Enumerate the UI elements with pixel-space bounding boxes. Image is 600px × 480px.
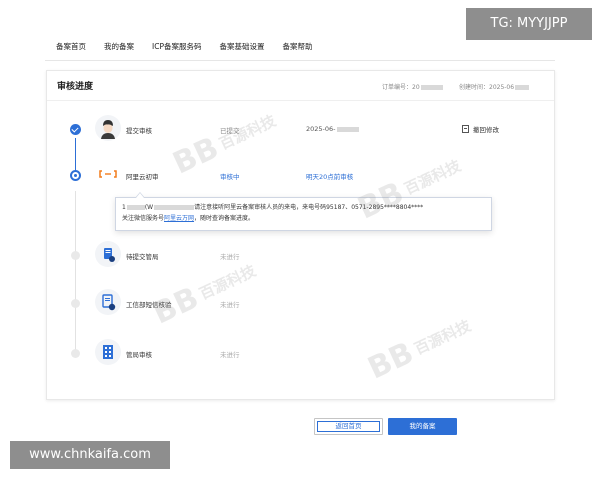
created-time-label: 创建时间：2025-06 [459, 84, 515, 91]
step-status: 审核中 [220, 173, 240, 181]
popup-text: (W [144, 204, 154, 211]
order-number: 订单编号：20 [382, 82, 443, 91]
popup-line-2: 关注微信服务号阿里云万网，随时查询备案进度。 [122, 213, 485, 224]
building-icon [95, 339, 121, 365]
step-time: 2025-06- [306, 125, 359, 133]
website-watermark: www.chnkaifa.com [10, 441, 170, 469]
step-pending-icon [71, 251, 80, 260]
undo-modify-button[interactable]: 撤回修改 [462, 124, 499, 134]
timeline-line-pending [75, 191, 76, 351]
step-status: 未进行 [220, 301, 240, 309]
redaction [126, 205, 145, 210]
created-time: 创建时间：2025-06 [459, 82, 530, 91]
card-header-divider [47, 100, 554, 101]
step-pending-icon [71, 299, 80, 308]
step-bureau-review: 管局审核 未进行 [47, 339, 554, 369]
top-navigation: 备案首页 我的备案 ICP备案服务码 备案基础设置 备案帮助 [56, 41, 330, 52]
my-filings-button[interactable]: 我的备案 [388, 418, 457, 435]
step-miit-sms-verify: 工信部短信核验 未进行 [47, 289, 554, 319]
step-status: 未进行 [220, 253, 240, 261]
step-name: 管局审核 [126, 351, 152, 359]
step-pending-submit-bureau: 待提交管局 未进行 [47, 241, 554, 271]
step-status: 未进行 [220, 351, 240, 359]
order-number-label: 订单编号：20 [382, 84, 420, 91]
nav-item-my-filings[interactable]: 我的备案 [104, 41, 134, 52]
aliyun-logo-icon [95, 161, 121, 187]
step-submit-review: 提交审核 已提交 2025-06- 撤回修改 [47, 115, 554, 145]
page-title: 审核进度 [57, 82, 94, 92]
step-done-check-icon [70, 124, 81, 135]
phone-sms-icon [95, 289, 121, 315]
popup-text: 1 [122, 204, 126, 211]
popup-text: 关注微信服务号 [122, 215, 165, 222]
step-name: 待提交管局 [126, 253, 159, 261]
telegram-watermark: TG: MYYJJPP [466, 8, 592, 40]
step-aliyun-initial-review: 阿里云初审 审核中 明天20点前审核 [47, 161, 554, 191]
step-time: 明天20点前审核 [306, 173, 354, 181]
review-progress-card: 审核进度 订单编号：20 创建时间：2025-06 提交审核 已提交 2025-… [46, 70, 555, 400]
redaction [336, 126, 359, 132]
edit-doc-icon [462, 125, 469, 133]
popup-text: ，随时查询备案进度。 [194, 215, 255, 222]
person-avatar-icon [95, 115, 121, 141]
nav-item-home[interactable]: 备案首页 [56, 41, 86, 52]
step-name: 工信部短信核验 [126, 301, 172, 309]
my-filings-label: 我的备案 [409, 422, 436, 430]
document-submit-icon [95, 241, 121, 267]
back-to-home-label: 返回首页 [335, 422, 362, 430]
popup-line-1: 1 (W 请注意接听阿里云备案审核人员的来电，来电号码95187、0571-2895… [122, 202, 485, 213]
step-time-text: 2025-06- [306, 125, 336, 133]
popup-text: 请注意接听阿里云备案审核人员的来电，来电号码95187、0571-2895***… [194, 204, 424, 211]
aliyun-wanwang-link[interactable]: 阿里云万网 [164, 215, 194, 222]
step-name: 提交审核 [126, 127, 152, 135]
step-name: 阿里云初审 [126, 173, 159, 181]
nav-item-icp-service-code[interactable]: ICP备案服务码 [152, 41, 201, 52]
step-pending-icon [71, 349, 80, 358]
nav-item-help[interactable]: 备案帮助 [282, 41, 312, 52]
step-status: 已提交 [220, 127, 240, 135]
redaction [420, 85, 443, 90]
undo-label: 撤回修改 [473, 126, 499, 134]
phone-notice-popup: 1 (W 请注意接听阿里云备案审核人员的来电，来电号码95187、0571-2895… [115, 192, 492, 231]
redaction [515, 85, 530, 90]
redaction [154, 205, 195, 210]
nav-item-basic-settings[interactable]: 备案基础设置 [219, 41, 264, 52]
nav-divider [45, 60, 555, 61]
step-active-icon [70, 170, 81, 181]
back-to-home-button[interactable]: 返回首页 [314, 418, 383, 435]
